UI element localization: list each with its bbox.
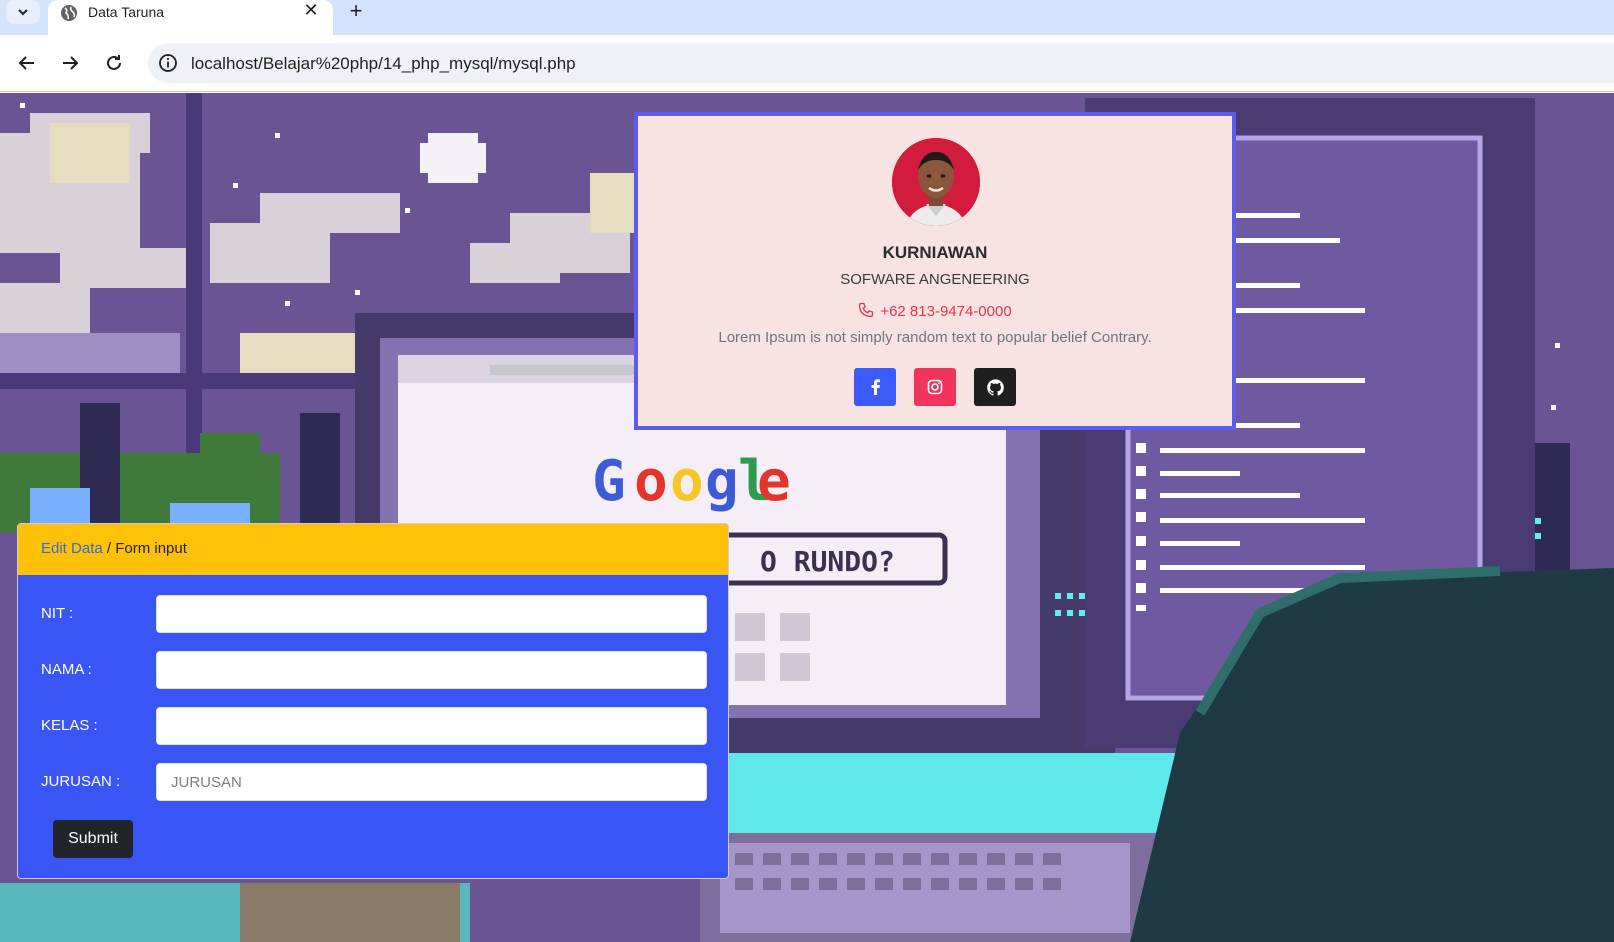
url-text: localhost/Belajar%20php/14_php_mysql/mys…	[191, 54, 576, 73]
tab-search-button[interactable]	[6, 0, 40, 24]
profile-description: Lorem Ipsum is not simply random text to…	[718, 329, 1152, 346]
nama-input[interactable]	[156, 651, 707, 689]
browser-tab-bar: Data Taruna ✕ +	[0, 0, 1614, 35]
page-viewport: G o o g l e O RUNDO? KURNIAWAN SOFWARE A…	[0, 93, 1614, 942]
svg-text:g: g	[705, 449, 739, 514]
facebook-button[interactable]	[854, 368, 896, 406]
svg-text:o: o	[670, 449, 704, 514]
arrow-left-icon	[18, 56, 34, 70]
github-icon	[986, 378, 1004, 395]
active-tab[interactable]: Data Taruna ✕	[48, 0, 333, 35]
chevron-down-icon	[18, 9, 28, 16]
svg-text:e: e	[757, 449, 791, 514]
kelas-input[interactable]	[156, 707, 707, 745]
submit-button[interactable]: Submit	[53, 820, 133, 858]
profile-phone[interactable]: +62 813-9474-0000	[638, 302, 1232, 320]
svg-text:o: o	[634, 449, 668, 514]
kelas-label: KELAS :	[41, 717, 98, 734]
profile-role: SOFWARE ANGENEERING	[840, 271, 1030, 288]
facebook-icon	[871, 379, 880, 395]
svg-text:O RUNDO?: O RUNDO?	[760, 545, 895, 578]
instagram-button[interactable]	[914, 368, 956, 406]
nama-label: NAMA :	[41, 661, 92, 678]
profile-card: KURNIAWAN SOFWARE ANGENEERING +62 813-94…	[634, 112, 1236, 430]
address-bar[interactable]: localhost/Belajar%20php/14_php_mysql/mys…	[148, 43, 1614, 83]
form-card-header: Edit Data / Form input	[18, 524, 728, 575]
site-info-icon[interactable]	[158, 53, 178, 73]
avatar	[892, 138, 980, 226]
svg-text:G: G	[592, 449, 626, 514]
social-links	[638, 368, 1232, 406]
new-tab-icon[interactable]: +	[345, 0, 367, 24]
globe-icon	[61, 5, 77, 21]
arrow-right-icon	[63, 56, 79, 70]
back-button[interactable]	[15, 51, 39, 75]
breadcrumb: Edit Data / Form input	[41, 540, 187, 557]
profile-photo	[892, 138, 980, 226]
browser-toolbar: localhost/Belajar%20php/14_php_mysql/mys…	[0, 35, 1614, 92]
form-card: Edit Data / Form input NIT : NAMA : KELA…	[17, 523, 729, 879]
nit-input[interactable]	[156, 595, 707, 633]
phone-number: +62 813-9474-0000	[880, 303, 1012, 320]
breadcrumb-link-edit-data[interactable]: Edit Data	[41, 540, 103, 557]
phone-icon	[859, 302, 874, 318]
nit-label: NIT :	[41, 605, 74, 622]
breadcrumb-current: Form input	[115, 540, 187, 557]
reload-icon	[107, 55, 121, 70]
jurusan-input[interactable]	[156, 763, 707, 801]
instagram-icon	[927, 379, 943, 395]
tab-title: Data Taruna	[88, 4, 165, 20]
profile-name: KURNIAWAN	[882, 243, 988, 262]
forward-button[interactable]	[58, 51, 82, 75]
reload-button[interactable]	[102, 51, 126, 75]
jurusan-label: JURUSAN :	[41, 773, 121, 790]
close-tab-icon[interactable]: ✕	[300, 0, 322, 24]
github-button[interactable]	[974, 368, 1016, 406]
breadcrumb-separator: /	[102, 540, 116, 557]
